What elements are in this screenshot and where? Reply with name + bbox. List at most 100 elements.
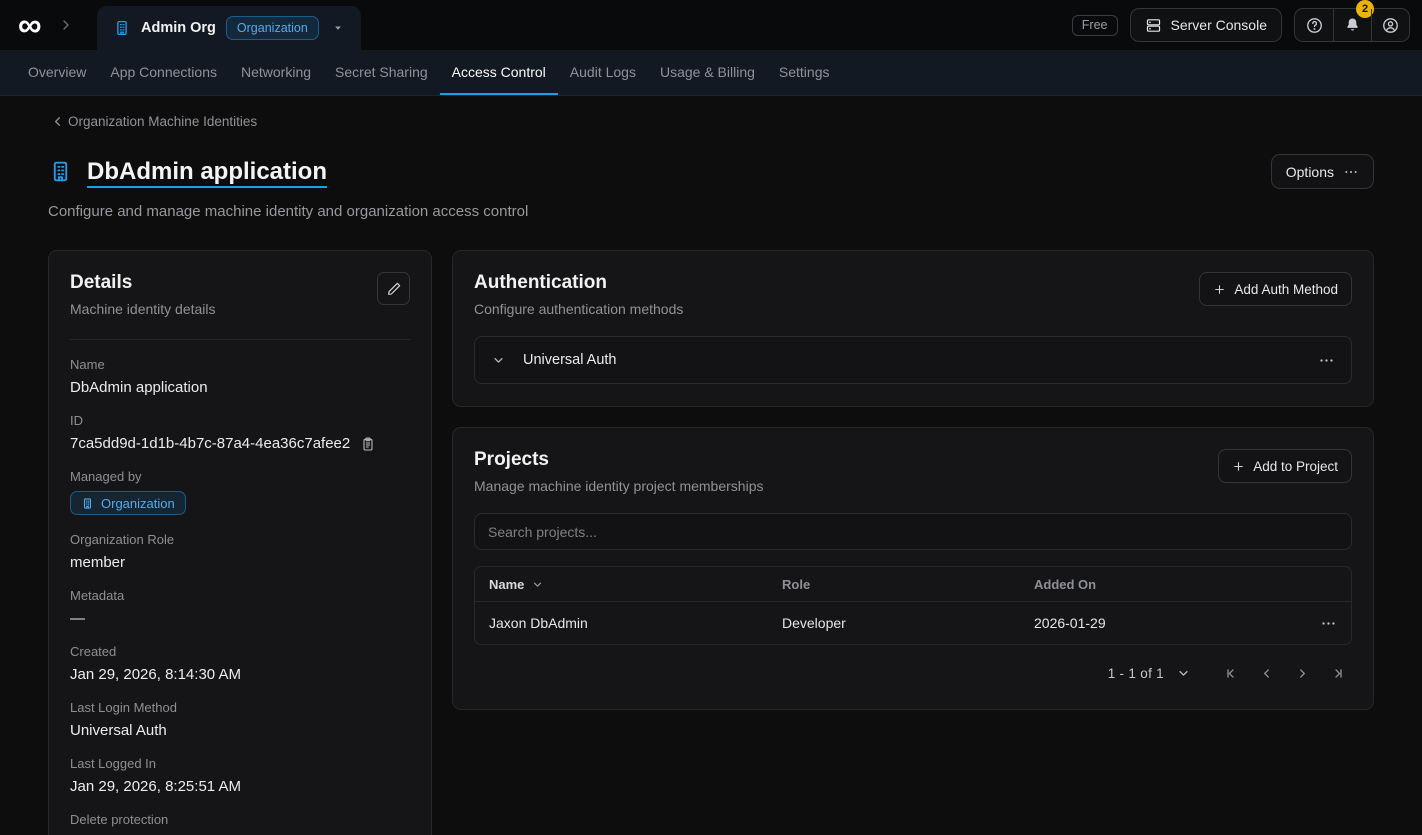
- page-title[interactable]: DbAdmin application: [87, 158, 327, 186]
- title-row: DbAdmin application Options: [48, 154, 1374, 189]
- infisical-logo: ∞: [18, 12, 40, 38]
- prev-page-icon: [1258, 665, 1275, 682]
- page-content: Organization Machine Identities DbAdmin …: [0, 96, 1422, 835]
- details-card: Details Machine identity details Name Db…: [48, 250, 432, 835]
- details-subtitle: Machine identity details: [70, 301, 216, 317]
- projects-card: Projects Manage machine identity project…: [452, 427, 1374, 710]
- pencil-icon: [386, 281, 402, 297]
- projects-subtitle: Manage machine identity project membersh…: [474, 478, 763, 494]
- project-role-cell: Developer: [782, 615, 1034, 631]
- authentication-subtitle: Configure authentication methods: [474, 301, 683, 317]
- options-button[interactable]: Options: [1271, 154, 1374, 189]
- project-added-on-cell: 2026-01-29: [1034, 615, 1311, 631]
- building-icon: [113, 19, 131, 37]
- column-header-role: Role: [782, 577, 1034, 592]
- org-nav-tabs: Overview App Connections Networking Secr…: [0, 50, 1422, 96]
- user-icon: [1381, 16, 1400, 35]
- caret-down-icon: [331, 21, 345, 35]
- server-console-button[interactable]: Server Console: [1130, 8, 1283, 42]
- nav-tab-app-connections[interactable]: App Connections: [98, 50, 229, 95]
- add-to-project-label: Add to Project: [1253, 459, 1338, 474]
- field-org-role: Organization Role member: [70, 532, 410, 571]
- chevron-left-icon: [50, 114, 65, 129]
- pagination-first-button[interactable]: [1217, 660, 1244, 687]
- auth-method-row[interactable]: Universal Auth: [474, 336, 1352, 384]
- projects-title: Projects: [474, 449, 763, 471]
- project-row-menu-button[interactable]: [1320, 615, 1337, 632]
- column-header-name[interactable]: Name: [489, 577, 782, 592]
- edit-details-button[interactable]: [377, 272, 410, 305]
- nav-tab-secret-sharing[interactable]: Secret Sharing: [323, 50, 440, 95]
- auth-method-menu-button[interactable]: [1318, 352, 1335, 369]
- authentication-card: Authentication Configure authentication …: [452, 250, 1374, 407]
- authentication-title: Authentication: [474, 272, 683, 294]
- first-page-icon: [1222, 665, 1239, 682]
- sort-chevron-icon: [531, 578, 544, 591]
- user-menu-button[interactable]: [1371, 9, 1409, 41]
- field-metadata: Metadata —: [70, 588, 410, 627]
- building-icon: [48, 159, 73, 184]
- org-switcher-tab[interactable]: Admin Org Organization: [97, 6, 361, 50]
- column-header-added-on: Added On: [1034, 577, 1311, 592]
- topbar-icon-group: 2: [1294, 8, 1410, 42]
- page-subtitle: Configure and manage machine identity an…: [48, 203, 1374, 220]
- nav-tab-audit-logs[interactable]: Audit Logs: [558, 50, 648, 95]
- plus-icon: [1213, 283, 1226, 296]
- breadcrumb[interactable]: Organization Machine Identities: [50, 114, 257, 129]
- nav-tab-access-control[interactable]: Access Control: [440, 50, 558, 95]
- last-page-icon: [1330, 665, 1347, 682]
- plus-icon: [1232, 460, 1245, 473]
- org-type-badge: Organization: [226, 16, 319, 39]
- ellipsis-icon: [1343, 164, 1359, 180]
- search-projects-input[interactable]: [474, 513, 1352, 550]
- pagination-next-button[interactable]: [1289, 660, 1316, 687]
- nav-tab-networking[interactable]: Networking: [229, 50, 323, 95]
- projects-table: Name Role Added On Jaxon DbAdmin Develop…: [474, 566, 1352, 645]
- add-to-project-button[interactable]: Add to Project: [1218, 449, 1352, 483]
- breadcrumb-label: Organization Machine Identities: [68, 114, 257, 129]
- field-last-login-method: Last Login Method Universal Auth: [70, 700, 410, 739]
- server-console-label: Server Console: [1171, 17, 1268, 33]
- pagination-last-button[interactable]: [1325, 660, 1352, 687]
- pagination-range-label: 1 - 1 of 1: [1108, 666, 1164, 681]
- project-name-cell: Jaxon DbAdmin: [489, 615, 782, 631]
- chevron-right-icon: [58, 17, 74, 33]
- ellipsis-icon: [1318, 352, 1335, 369]
- divider: [70, 339, 410, 340]
- ellipsis-icon: [1320, 615, 1337, 632]
- field-delete-protection: Delete protection: [70, 812, 410, 835]
- org-name: Admin Org: [141, 20, 216, 36]
- table-header-row: Name Role Added On: [475, 567, 1351, 601]
- help-icon: [1305, 16, 1324, 35]
- table-row[interactable]: Jaxon DbAdmin Developer 2026-01-29: [475, 601, 1351, 644]
- building-icon: [81, 497, 94, 510]
- server-icon: [1145, 17, 1162, 34]
- add-auth-method-button[interactable]: Add Auth Method: [1199, 272, 1352, 306]
- nav-tab-overview[interactable]: Overview: [16, 50, 98, 95]
- pagination-page-size-chevron[interactable]: [1176, 666, 1191, 681]
- field-last-logged-in: Last Logged In Jan 29, 2026, 8:25:51 AM: [70, 756, 410, 795]
- field-id: ID 7ca5dd9d-1d1b-4b7c-87a4-4ea36c7afee2: [70, 413, 410, 452]
- next-page-icon: [1294, 665, 1311, 682]
- topbar-actions: Free Server Console 2: [1072, 8, 1422, 42]
- chevron-down-icon[interactable]: [491, 353, 506, 368]
- auth-method-name: Universal Auth: [523, 352, 617, 368]
- pagination-prev-button[interactable]: [1253, 660, 1280, 687]
- pagination: 1 - 1 of 1: [474, 660, 1352, 687]
- nav-tab-usage-billing[interactable]: Usage & Billing: [648, 50, 767, 95]
- top-bar: ∞ Admin Org Organization Free Server Con…: [0, 0, 1422, 50]
- field-managed-by: Managed by Organization: [70, 469, 410, 515]
- managed-by-badge: Organization: [70, 491, 186, 515]
- options-label: Options: [1286, 164, 1334, 180]
- plan-badge: Free: [1072, 15, 1118, 36]
- notifications-button[interactable]: 2: [1333, 9, 1371, 41]
- nav-tab-settings[interactable]: Settings: [767, 50, 842, 95]
- field-created: Created Jan 29, 2026, 8:14:30 AM: [70, 644, 410, 683]
- clipboard-icon: [360, 436, 376, 452]
- help-button[interactable]: [1295, 9, 1333, 41]
- bell-icon: [1343, 16, 1362, 35]
- details-title: Details: [70, 272, 216, 294]
- copy-id-button[interactable]: [360, 436, 376, 452]
- field-name: Name DbAdmin application: [70, 357, 410, 396]
- add-auth-method-label: Add Auth Method: [1234, 282, 1338, 297]
